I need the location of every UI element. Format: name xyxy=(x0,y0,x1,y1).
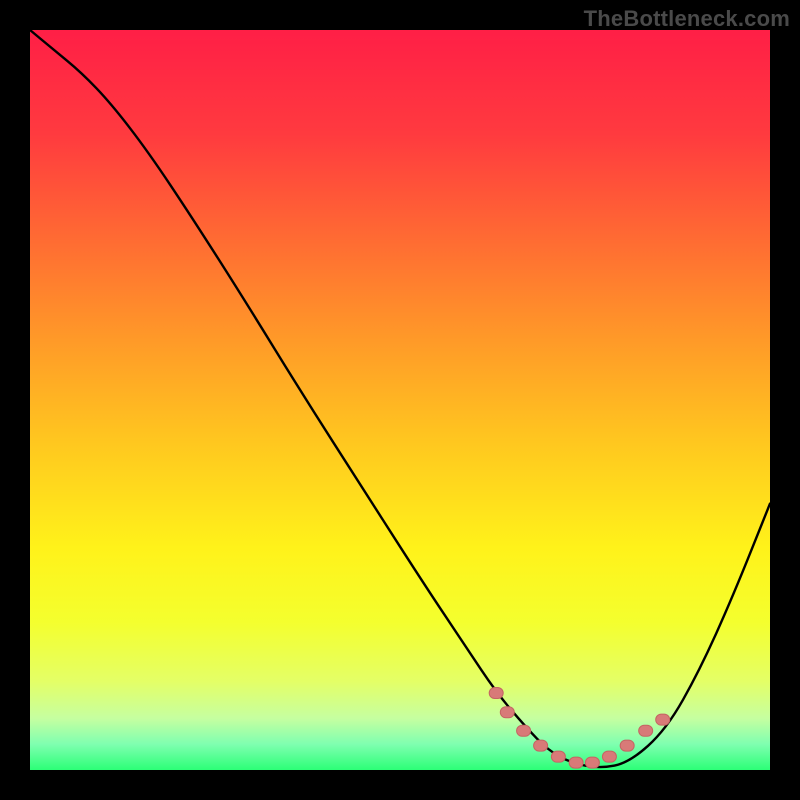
highlight-marker xyxy=(569,757,583,768)
highlight-marker xyxy=(551,751,565,762)
highlight-marker xyxy=(620,740,634,751)
highlight-marker xyxy=(585,757,599,768)
highlight-marker xyxy=(656,714,670,725)
highlight-marker xyxy=(534,740,548,751)
highlight-marker xyxy=(517,725,531,736)
highlight-marker xyxy=(500,707,514,718)
bottleneck-chart xyxy=(0,0,800,800)
highlight-marker xyxy=(639,725,653,736)
highlight-marker xyxy=(489,688,503,699)
highlight-marker xyxy=(602,751,616,762)
chart-stage: TheBottleneck.com xyxy=(0,0,800,800)
